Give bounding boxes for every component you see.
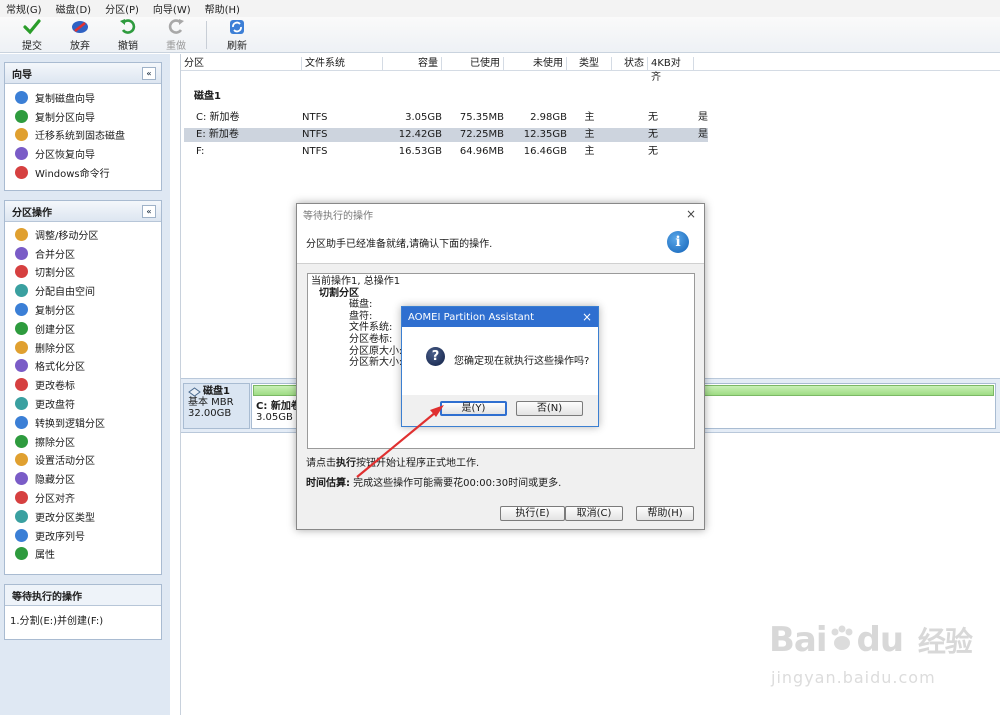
watermark-brand: Bai [769,620,828,660]
watermark-url: jingyan.baidu.com [771,668,936,687]
paw-icon [831,625,853,650]
watermark-cn: 经验 [917,625,973,658]
baidu-watermark: Bai du 经验 jingyan.baidu.com [769,604,999,704]
watermark-brand-du: du [856,620,905,660]
